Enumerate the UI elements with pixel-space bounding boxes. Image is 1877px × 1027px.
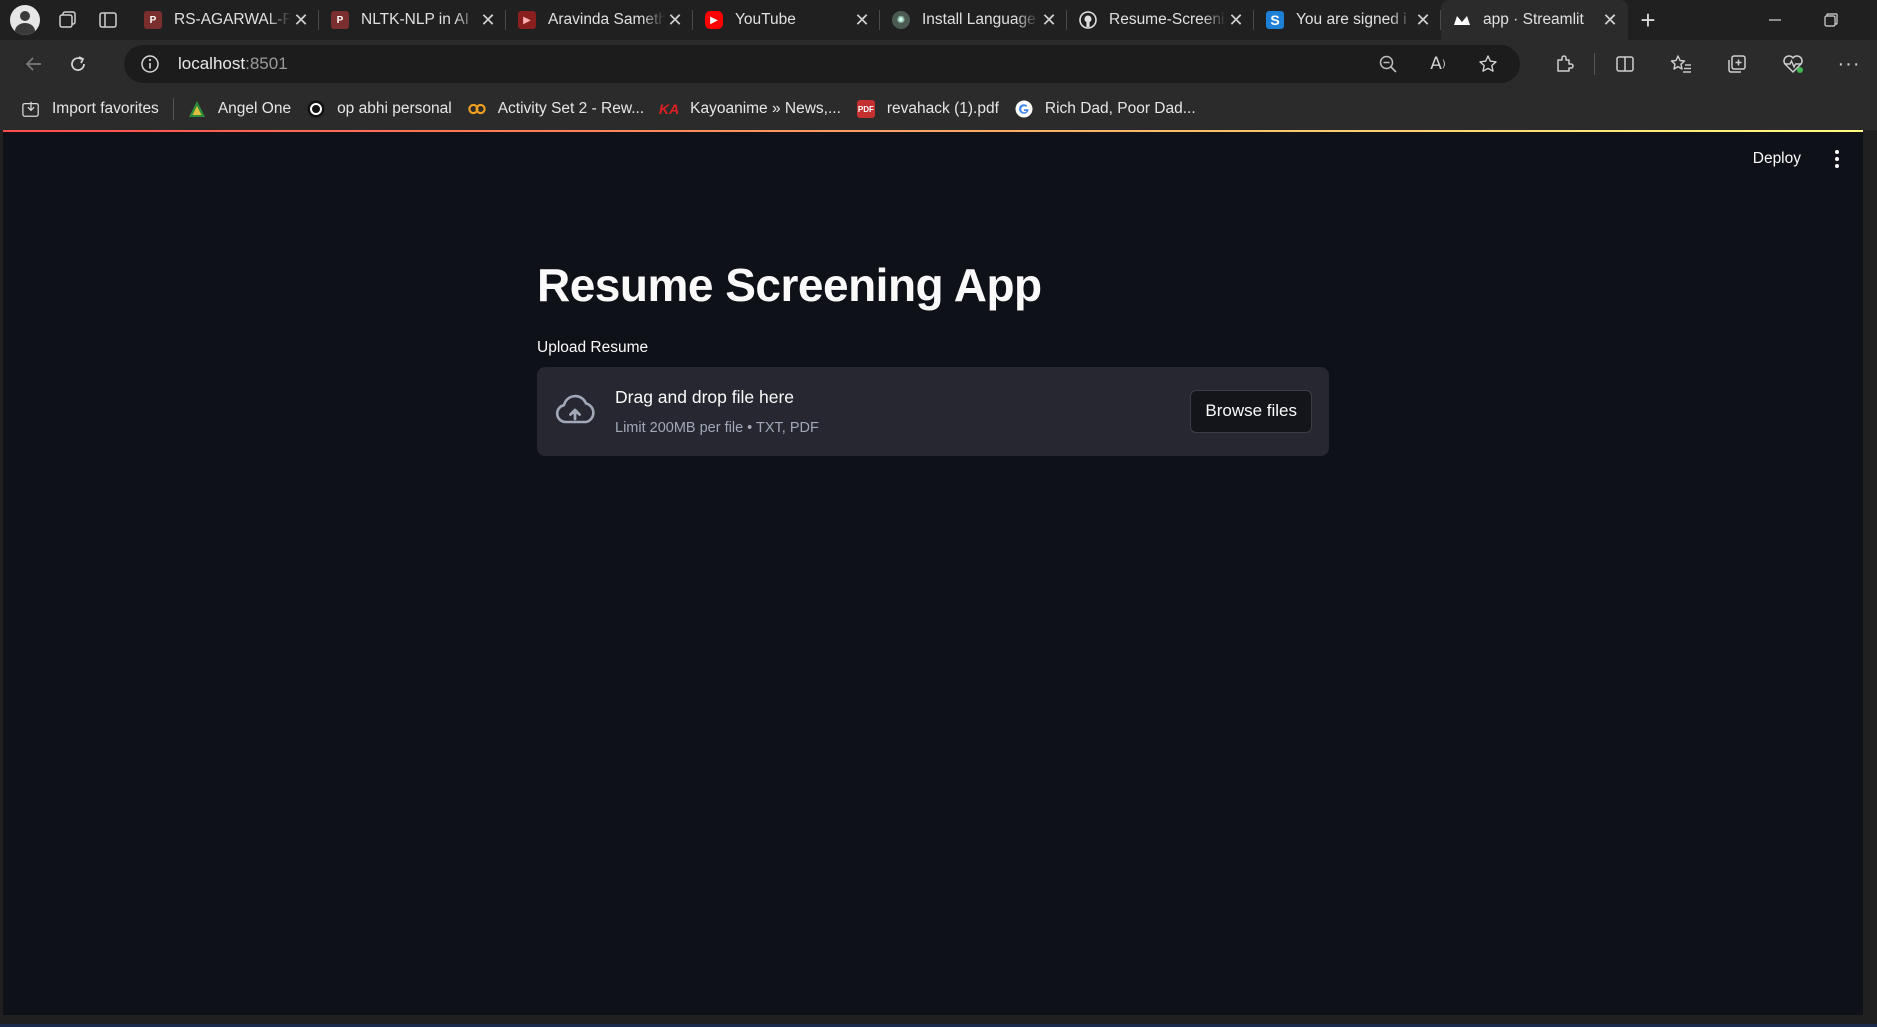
tab-nltk[interactable]: P NLTK-NLP in AI ✕ (319, 0, 506, 40)
google-icon (1015, 100, 1033, 118)
close-icon[interactable]: ✕ (291, 10, 311, 30)
extensions-icon[interactable] (1536, 44, 1592, 84)
import-icon (22, 100, 40, 118)
activity-icon (467, 100, 486, 118)
back-arrow-icon[interactable] (12, 44, 56, 84)
favorite-revahack[interactable]: PDF revahack (1).pdf (849, 94, 1007, 124)
github-icon (1079, 11, 1097, 29)
address-bar[interactable]: localhost:8501 A) (124, 45, 1520, 83)
close-icon[interactable]: ✕ (1413, 10, 1433, 30)
favorite-angel-one[interactable]: Angel One (180, 94, 299, 124)
dropzone-instructions: Drag and drop file here Limit 200MB per … (615, 387, 819, 436)
tab-title: NLTK-NLP in AI (361, 11, 469, 28)
tab-list: P RS-AGARWAL-F ✕ P NLTK-NLP in AI ✕ ▶ Ar… (132, 0, 1668, 40)
refresh-icon[interactable] (56, 44, 100, 84)
tab-resume-screening-github[interactable]: Resume-Screeni ✕ (1067, 0, 1254, 40)
openai-icon: ✺ (892, 11, 910, 29)
tab-rs-agarwal[interactable]: P RS-AGARWAL-F ✕ (132, 0, 319, 40)
favorite-label: op abhi personal (337, 100, 452, 117)
favorite-star-icon[interactable] (1470, 46, 1506, 82)
cloud-upload-icon (553, 389, 597, 433)
ka-icon: KA (659, 101, 680, 117)
restore-icon[interactable] (1803, 0, 1859, 40)
tab-title: YouTube (735, 11, 796, 28)
tab-title: Install Language (922, 11, 1036, 28)
file-dropzone[interactable]: Drag and drop file here Limit 200MB per … (537, 366, 1329, 456)
split-screen-icon[interactable] (1597, 44, 1653, 84)
tab-aravinda[interactable]: ▶ Aravinda Sameth ✕ (506, 0, 693, 40)
toolbar-divider (1594, 53, 1595, 75)
streamlit-icon (1453, 11, 1471, 29)
pdf-icon: PDF (856, 100, 875, 118)
new-tab-button[interactable]: + (1628, 0, 1668, 40)
zoom-out-icon[interactable] (1370, 46, 1406, 82)
deploy-button[interactable]: Deploy (1739, 144, 1815, 174)
favorites-icon[interactable] (1653, 44, 1709, 84)
dropzone-title: Drag and drop file here (615, 386, 794, 407)
profile-avatar-icon[interactable] (10, 5, 40, 35)
tab-youtube[interactable]: ▶ YouTube ✕ (693, 0, 880, 40)
file-uploader-label: Upload Resume (537, 338, 649, 356)
url-text[interactable]: localhost:8501 (178, 54, 288, 74)
pdf-icon: P (144, 11, 162, 29)
close-icon[interactable]: ✕ (665, 10, 685, 30)
favorite-label: Activity Set 2 - Rew... (497, 100, 645, 117)
favorite-kayoanime[interactable]: KA Kayoanime » News,... (652, 94, 849, 124)
youtube-icon: ▶ (518, 11, 536, 29)
tab-title: app · Streamlit (1483, 11, 1584, 28)
streamlit-header: Deploy (1739, 132, 1863, 186)
close-icon[interactable]: ✕ (852, 10, 872, 30)
youtube-icon: ▶ (705, 11, 723, 29)
s-icon: S (1266, 11, 1284, 29)
streamlit-app-viewport: Deploy Resume Screening App Upload Resum… (3, 130, 1863, 1015)
streamlit-decoration-bar (3, 130, 1863, 132)
tab-strip: P RS-AGARWAL-F ✕ P NLTK-NLP in AI ✕ ▶ Ar… (0, 0, 1877, 40)
browser-essentials-icon[interactable] (1765, 44, 1821, 84)
read-aloud-icon[interactable]: A) (1420, 46, 1456, 82)
url-host: localhost (178, 54, 246, 73)
workspaces-icon[interactable] (48, 0, 88, 40)
favorites-bar: Import favorites Angel One op abhi perso… (0, 88, 1877, 130)
page-title: Resume Screening App (537, 259, 1042, 311)
tab-title: Aravinda Sameth (548, 11, 665, 28)
tab-install-language[interactable]: ✺ Install Language ✕ (880, 0, 1067, 40)
dropzone-limit: Limit 200MB per file • TXT, PDF (615, 419, 819, 436)
favorite-label: Kayoanime » News,... (690, 100, 841, 117)
favorite-label: Angel One (217, 100, 292, 117)
favorite-label: revahack (1).pdf (886, 100, 999, 117)
minimize-icon[interactable] (1747, 0, 1803, 40)
collections-icon[interactable] (1709, 44, 1765, 84)
window-right-edge (1863, 130, 1877, 1015)
tab-title: RS-AGARWAL-F (174, 11, 291, 28)
tab-streamlit-app[interactable]: app · Streamlit ✕ (1441, 0, 1628, 40)
close-icon[interactable]: ✕ (1600, 10, 1620, 30)
vertical-tabs-icon[interactable] (88, 0, 128, 40)
main-block: Resume Screening App Upload Resume Drag … (537, 260, 1329, 456)
angel-one-icon (188, 100, 206, 118)
url-port: :8501 (245, 54, 288, 73)
browser-toolbar: localhost:8501 A) ··· (0, 40, 1877, 88)
favorite-label: Import favorites (52, 100, 159, 117)
close-icon[interactable]: ✕ (1039, 10, 1059, 30)
browse-files-button[interactable]: Browse files (1190, 389, 1312, 433)
favorite-import[interactable]: Import favorites (14, 94, 167, 124)
favorites-divider (172, 98, 174, 120)
op-icon (307, 100, 325, 118)
favorite-rich-dad[interactable]: Rich Dad, Poor Dad... (1007, 94, 1204, 124)
tab-signed-in[interactable]: S You are signed i ✕ (1254, 0, 1441, 40)
close-icon[interactable]: ✕ (1226, 10, 1246, 30)
favorite-op-abhi[interactable]: op abhi personal (299, 94, 460, 124)
site-info-icon[interactable] (130, 45, 170, 83)
favorite-activity-set[interactable]: Activity Set 2 - Rew... (460, 94, 652, 124)
window-bottom-edge (0, 1015, 1877, 1027)
favorite-label: Rich Dad, Poor Dad... (1044, 100, 1196, 117)
more-options-icon[interactable]: ··· (1821, 44, 1877, 84)
pdf-icon: P (331, 11, 349, 29)
tab-title: You are signed i (1296, 11, 1407, 28)
close-icon[interactable]: ✕ (478, 10, 498, 30)
main-menu-icon[interactable] (1827, 145, 1847, 173)
tab-title: Resume-Screeni (1109, 11, 1225, 28)
